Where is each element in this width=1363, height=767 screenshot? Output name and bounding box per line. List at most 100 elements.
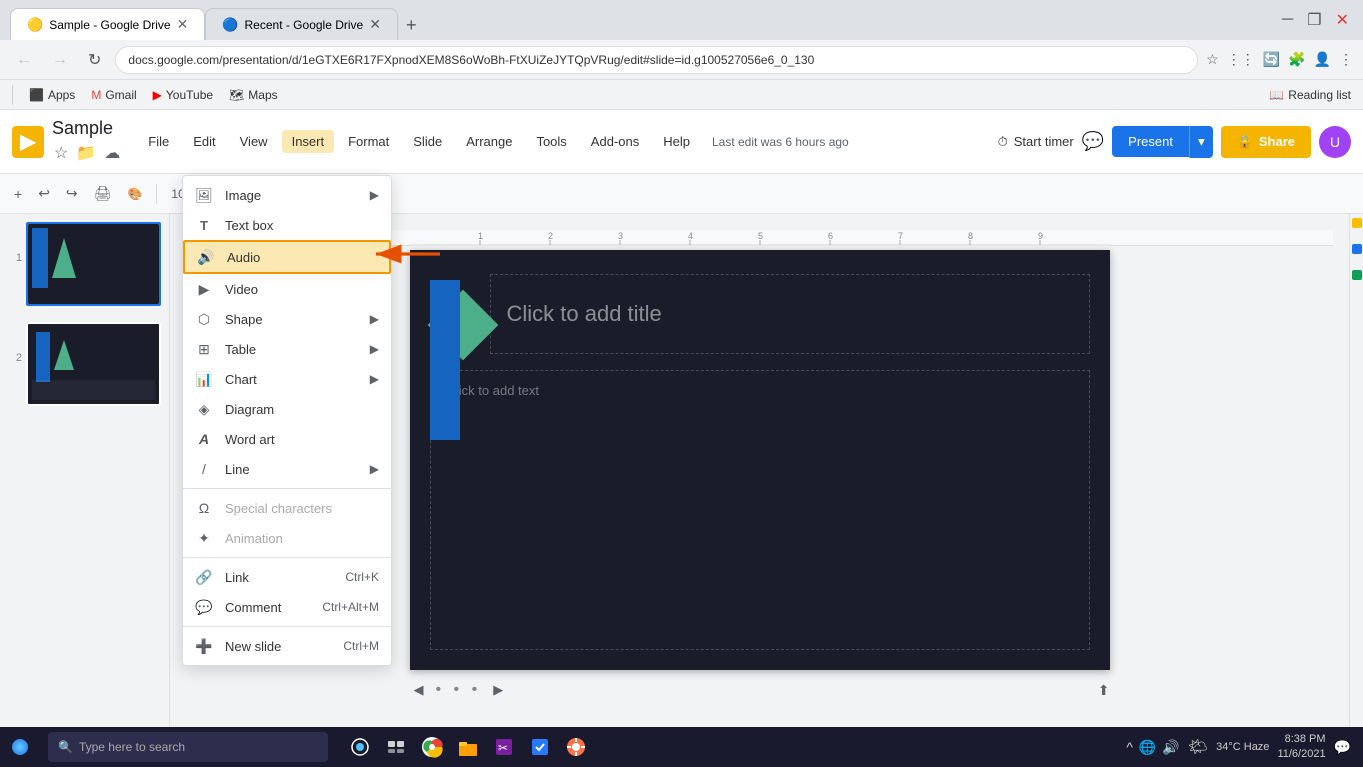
slides-topbar: ▶ Sample ☆ 📁 ☁ File Edit View Insert For… xyxy=(0,110,1363,174)
bookmark-maps[interactable]: 🗺 Maps xyxy=(229,88,278,102)
taskbar-clock[interactable]: 8:38 PM 11/6/2021 xyxy=(1277,732,1325,763)
bookmark-youtube[interactable]: ▶ YouTube xyxy=(153,88,213,102)
volume-icon[interactable]: 🔊 xyxy=(1162,739,1179,756)
menu-item-shape[interactable]: ⬡ Shape ▶ xyxy=(183,304,391,334)
taskbar-app-todo[interactable] xyxy=(524,731,556,763)
menu-arrange[interactable]: Arrange xyxy=(456,130,522,153)
cloud-save-button[interactable]: ☁ xyxy=(102,141,122,165)
youtube-icon: ▶ xyxy=(153,88,162,102)
comment-toggle-button[interactable]: 💬 xyxy=(1082,131,1104,152)
taskbar-app-snip[interactable]: ✂ xyxy=(488,731,520,763)
taskbar: 🔍 Type here to search xyxy=(0,727,1363,767)
taskbar-app-cortana[interactable] xyxy=(344,731,376,763)
toolbar-add-button[interactable]: + xyxy=(8,182,28,206)
menu-format[interactable]: Format xyxy=(338,130,399,153)
taskbar-app-taskview[interactable] xyxy=(380,731,412,763)
user-avatar[interactable]: U xyxy=(1319,126,1351,158)
menu-item-wordart[interactable]: A Word art xyxy=(183,424,391,454)
toolbar-paintformat-button[interactable]: 🎨 xyxy=(121,183,148,205)
tab-close-sample[interactable]: ✕ xyxy=(177,16,189,33)
bookmark-gmail[interactable]: M Gmail xyxy=(91,88,136,102)
reload-button[interactable]: ↻ xyxy=(82,46,107,74)
start-timer-button[interactable]: ⏱ Start timer xyxy=(998,134,1074,150)
forward-button[interactable]: → xyxy=(46,47,74,73)
back-button[interactable]: ← xyxy=(10,47,38,73)
network-icon[interactable]: 🌐 xyxy=(1139,739,1156,756)
menu-edit[interactable]: Edit xyxy=(183,130,225,153)
toolbar-print-button[interactable]: 🖨 xyxy=(88,181,118,206)
maximize-button[interactable]: ❐ xyxy=(1303,6,1325,34)
line-arrow: ▶ xyxy=(370,462,379,476)
slide-thumb-2[interactable] xyxy=(26,322,161,406)
toolbar-undo-button[interactable]: ↩ xyxy=(32,181,56,206)
right-panel-icon-1[interactable] xyxy=(1352,218,1362,228)
slide-content-placeholder[interactable]: Click to add text xyxy=(430,370,1090,650)
start-button[interactable] xyxy=(0,727,40,767)
menu-insert[interactable]: Insert xyxy=(282,130,335,153)
textbox-icon: T xyxy=(195,216,213,234)
reading-list-label: Reading list xyxy=(1288,88,1351,102)
document-title[interactable]: Sample xyxy=(52,118,122,139)
menu-view[interactable]: View xyxy=(230,130,278,153)
slide-canvas[interactable]: Click to add title Click to add text xyxy=(410,250,1110,670)
tab-recent[interactable]: 🔵 Recent - Google Drive ✕ xyxy=(205,8,398,40)
menu-item-audio[interactable]: 🔊 Audio xyxy=(183,240,391,274)
extensions-icon[interactable]: 🧩 xyxy=(1288,51,1305,68)
menu-help[interactable]: Help xyxy=(653,130,700,153)
toolbar-redo-button[interactable]: ↪ xyxy=(60,181,84,206)
svg-text:4: 4 xyxy=(688,231,693,241)
last-edit-text[interactable]: Last edit was 6 hours ago xyxy=(712,135,849,149)
new-tab-button[interactable]: + xyxy=(398,11,425,40)
collapse-panel-button[interactable]: ⬆ xyxy=(1098,682,1110,699)
profile-sync-icon[interactable]: 🔄 xyxy=(1263,51,1280,68)
present-button[interactable]: Present xyxy=(1112,126,1189,157)
taskbar-app-chrome[interactable] xyxy=(416,731,448,763)
menu-slide[interactable]: Slide xyxy=(403,130,452,153)
diagram-icon: ◈ xyxy=(195,400,213,418)
menu-tools[interactable]: Tools xyxy=(526,130,576,153)
video-icon: ▶ xyxy=(195,280,213,298)
slides-logo: ▶ xyxy=(20,129,35,154)
menu-addons[interactable]: Add-ons xyxy=(581,130,649,153)
chart-icon: 📊 xyxy=(195,370,213,388)
notifications-icon[interactable]: 💬 xyxy=(1334,739,1351,756)
menu-item-video[interactable]: ▶ Video xyxy=(183,274,391,304)
reading-list[interactable]: 📖 Reading list xyxy=(1269,88,1351,102)
table-icon: ⊞ xyxy=(195,340,213,358)
menu-item-table[interactable]: ⊞ Table ▶ xyxy=(183,334,391,364)
prev-slide-button[interactable]: ◀ xyxy=(410,678,428,702)
address-input[interactable] xyxy=(115,46,1198,74)
taskbar-search-box[interactable]: 🔍 Type here to search xyxy=(48,732,328,762)
menu-item-line[interactable]: / Line ▶ xyxy=(183,454,391,484)
taskbar-app-explorer[interactable] xyxy=(452,731,484,763)
google-apps-icon[interactable]: ⋮⋮ xyxy=(1227,51,1255,68)
right-panel-icon-3[interactable] xyxy=(1352,270,1362,280)
menu-item-chart[interactable]: 📊 Chart ▶ xyxy=(183,364,391,394)
present-dropdown-button[interactable]: ▾ xyxy=(1189,126,1213,158)
chrome-menu-icon[interactable]: ⋮ xyxy=(1339,51,1353,68)
right-panel-icon-2[interactable] xyxy=(1352,244,1362,254)
menu-item-comment[interactable]: 💬 Comment Ctrl+Alt+M xyxy=(183,592,391,622)
user-profile-icon[interactable]: 👤 xyxy=(1314,51,1331,68)
menu-item-image[interactable]: 🖼 Image ▶ xyxy=(183,180,391,210)
minimize-button[interactable]: ─ xyxy=(1278,7,1297,33)
share-button[interactable]: 🔒 Share xyxy=(1221,126,1311,158)
taskbar-app-mindmap[interactable] xyxy=(560,731,592,763)
star-button[interactable]: ☆ xyxy=(52,141,70,165)
menu-item-link[interactable]: 🔗 Link Ctrl+K xyxy=(183,562,391,592)
bookmark-icon[interactable]: ☆ xyxy=(1206,51,1219,68)
menu-item-textbox[interactable]: T Text box xyxy=(183,210,391,240)
tab-sample[interactable]: 🟡 Sample - Google Drive ✕ xyxy=(10,8,205,40)
menu-item-new-slide[interactable]: ➕ New slide Ctrl+M xyxy=(183,631,391,661)
menu-item-animation: ✦ Animation xyxy=(183,523,391,553)
slide-thumb-1[interactable] xyxy=(26,222,161,306)
next-slide-button[interactable]: ▶ xyxy=(489,678,507,702)
tray-arrow-icon[interactable]: ^ xyxy=(1126,739,1133,755)
move-to-folder-button[interactable]: 📁 xyxy=(74,141,98,165)
bookmark-apps[interactable]: ⬛ Apps xyxy=(29,88,75,102)
close-window-button[interactable]: ✕ xyxy=(1332,6,1353,34)
tab-close-recent[interactable]: ✕ xyxy=(369,16,381,33)
menu-item-diagram[interactable]: ◈ Diagram xyxy=(183,394,391,424)
slide-title-placeholder[interactable]: Click to add title xyxy=(490,274,1090,354)
menu-file[interactable]: File xyxy=(138,130,179,153)
